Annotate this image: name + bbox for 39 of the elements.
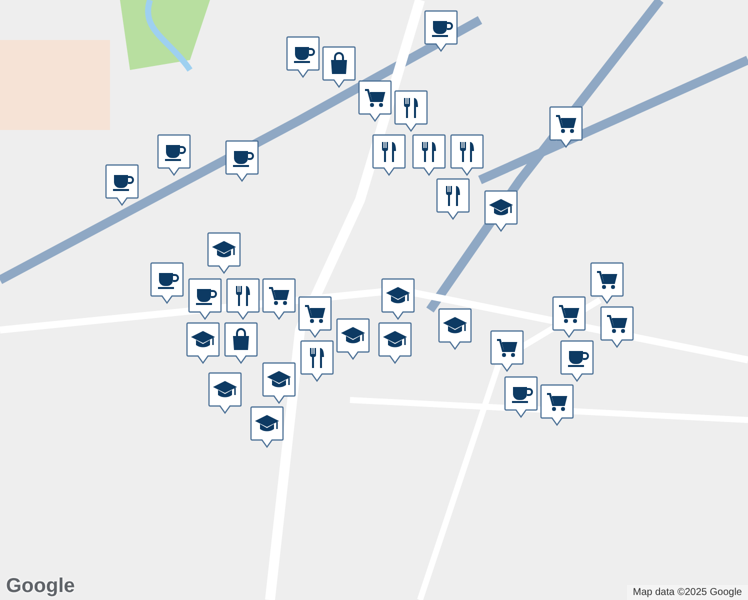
cart-icon <box>305 305 326 323</box>
fork-knife-icon <box>382 142 396 162</box>
bag-icon <box>233 328 249 350</box>
graduation-cap-icon <box>267 371 291 388</box>
cart-icon <box>547 393 568 411</box>
cart-icon <box>365 89 386 107</box>
fork-knife-icon <box>446 186 460 206</box>
graduation-cap-icon <box>212 241 236 258</box>
map-attribution: Map data ©2025 Google <box>626 585 748 600</box>
cup-icon <box>294 47 315 63</box>
fork-knife-icon <box>236 286 250 306</box>
cup-icon <box>165 145 186 161</box>
graduation-cap-icon <box>386 287 410 304</box>
cart-icon <box>597 271 618 289</box>
cup-icon <box>233 151 254 167</box>
fork-knife-icon <box>310 348 324 368</box>
graduation-cap-icon <box>489 199 513 216</box>
graduation-cap-icon <box>213 381 237 398</box>
cart-icon <box>497 339 518 357</box>
cup-icon <box>113 175 134 191</box>
google-logo: Google <box>6 575 75 598</box>
bag-icon <box>331 52 347 74</box>
cup-icon <box>432 21 453 37</box>
cart-icon <box>559 305 580 323</box>
cart-icon <box>269 287 290 305</box>
graduation-cap-icon <box>255 415 279 432</box>
cup-icon <box>196 289 217 305</box>
fork-knife-icon <box>460 142 474 162</box>
graduation-cap-icon <box>191 331 215 348</box>
cart-icon <box>556 115 576 133</box>
graduation-cap-icon <box>383 331 407 348</box>
cup-icon <box>568 351 589 367</box>
cup-icon <box>512 387 533 403</box>
fork-knife-icon <box>422 142 436 162</box>
cup-icon <box>158 273 179 289</box>
graduation-cap-icon <box>443 317 467 334</box>
cart-icon <box>607 315 628 333</box>
graduation-cap-icon <box>341 327 365 344</box>
fork-knife-icon <box>404 98 418 118</box>
